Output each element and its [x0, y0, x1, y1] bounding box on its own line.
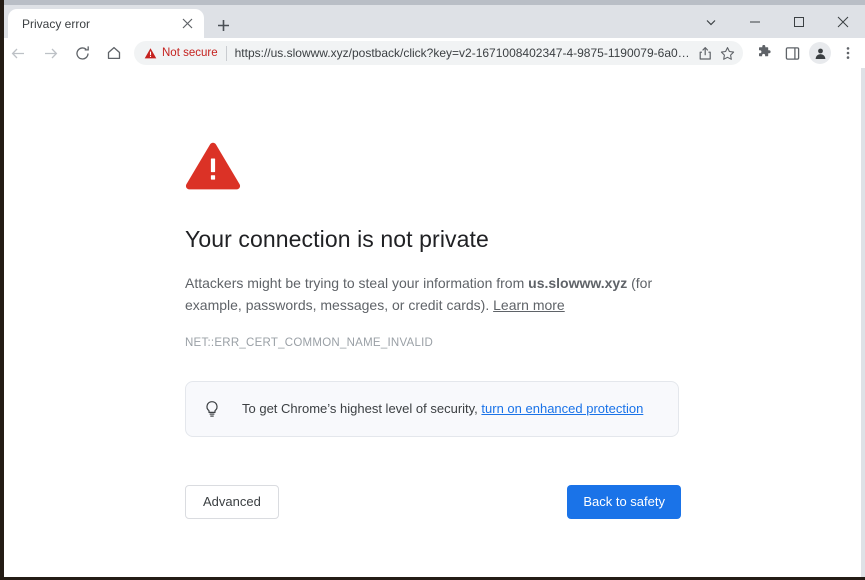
warning-triangle-icon [144, 47, 157, 60]
error-domain: us.slowww.xyz [528, 275, 627, 291]
browser-window: Privacy error [0, 0, 865, 580]
page-viewport: Your connection is not private Attackers… [4, 68, 861, 577]
forward-arrow-icon [42, 45, 59, 62]
address-bar[interactable]: Not secure https://us.slowww.xyz/postbac… [134, 41, 743, 65]
turn-on-enhanced-protection-link[interactable]: turn on enhanced protection [481, 401, 643, 416]
profile-button[interactable] [807, 40, 833, 66]
error-code: NET::ERR_CERT_COMMON_NAME_INVALID [185, 337, 685, 349]
side-panel-button[interactable] [779, 40, 805, 66]
chevron-down-icon [705, 16, 717, 28]
security-status-label: Not secure [162, 47, 218, 59]
tab-search-button[interactable] [689, 5, 733, 38]
window-frame-left-edge [0, 0, 4, 580]
notice-message: To get Chrome’s highest level of securit… [242, 401, 481, 416]
forward-button[interactable] [36, 39, 64, 67]
side-panel-icon [785, 46, 800, 61]
star-icon[interactable] [717, 43, 737, 63]
home-button[interactable] [100, 39, 128, 67]
security-status[interactable]: Not secure [144, 47, 218, 60]
close-window-button[interactable] [821, 5, 865, 38]
back-arrow-icon [10, 45, 27, 62]
extensions-button[interactable] [751, 40, 777, 66]
lightbulb-icon [202, 399, 222, 419]
window-frame-top-edge [0, 0, 865, 5]
browser-menu-button[interactable] [835, 40, 861, 66]
tab-title: Privacy error [22, 17, 90, 31]
url-text: https://us.slowww.xyz/postback/click?key… [235, 46, 693, 60]
close-icon [837, 16, 849, 28]
maximize-button[interactable] [777, 5, 821, 38]
three-dot-menu-icon [841, 46, 855, 60]
browser-toolbar: Not secure https://us.slowww.xyz/postbac… [0, 38, 865, 68]
page-title: Your connection is not private [185, 225, 685, 254]
home-icon [106, 45, 122, 61]
tab-privacy-error[interactable]: Privacy error [8, 9, 204, 38]
reload-button[interactable] [68, 39, 96, 67]
tab-strip: Privacy error [0, 5, 865, 38]
red-warning-triangle-icon [185, 141, 241, 191]
puzzle-icon [756, 45, 772, 61]
error-description-prefix: Attackers might be trying to steal your … [185, 275, 528, 291]
maximize-icon [793, 16, 805, 28]
learn-more-link[interactable]: Learn more [493, 297, 565, 313]
enhanced-protection-notice: To get Chrome’s highest level of securit… [185, 381, 679, 437]
ssl-interstitial: Your connection is not private Attackers… [185, 141, 685, 519]
back-button[interactable] [4, 39, 32, 67]
person-avatar-icon [809, 42, 831, 64]
close-icon[interactable] [179, 16, 195, 32]
minimize-icon [749, 16, 761, 28]
omnibox-divider [226, 46, 227, 61]
error-description: Attackers might be trying to steal your … [185, 272, 657, 316]
window-caption-buttons [689, 5, 865, 38]
enhanced-protection-text: To get Chrome’s highest level of securit… [242, 400, 643, 418]
advanced-button[interactable]: Advanced [185, 485, 279, 519]
share-icon[interactable] [695, 43, 715, 63]
minimize-button[interactable] [733, 5, 777, 38]
interstitial-actions: Advanced Back to safety [185, 485, 681, 519]
new-tab-button[interactable] [212, 14, 234, 36]
back-to-safety-button[interactable]: Back to safety [567, 485, 681, 519]
plus-icon [217, 19, 230, 32]
reload-icon [74, 45, 91, 62]
